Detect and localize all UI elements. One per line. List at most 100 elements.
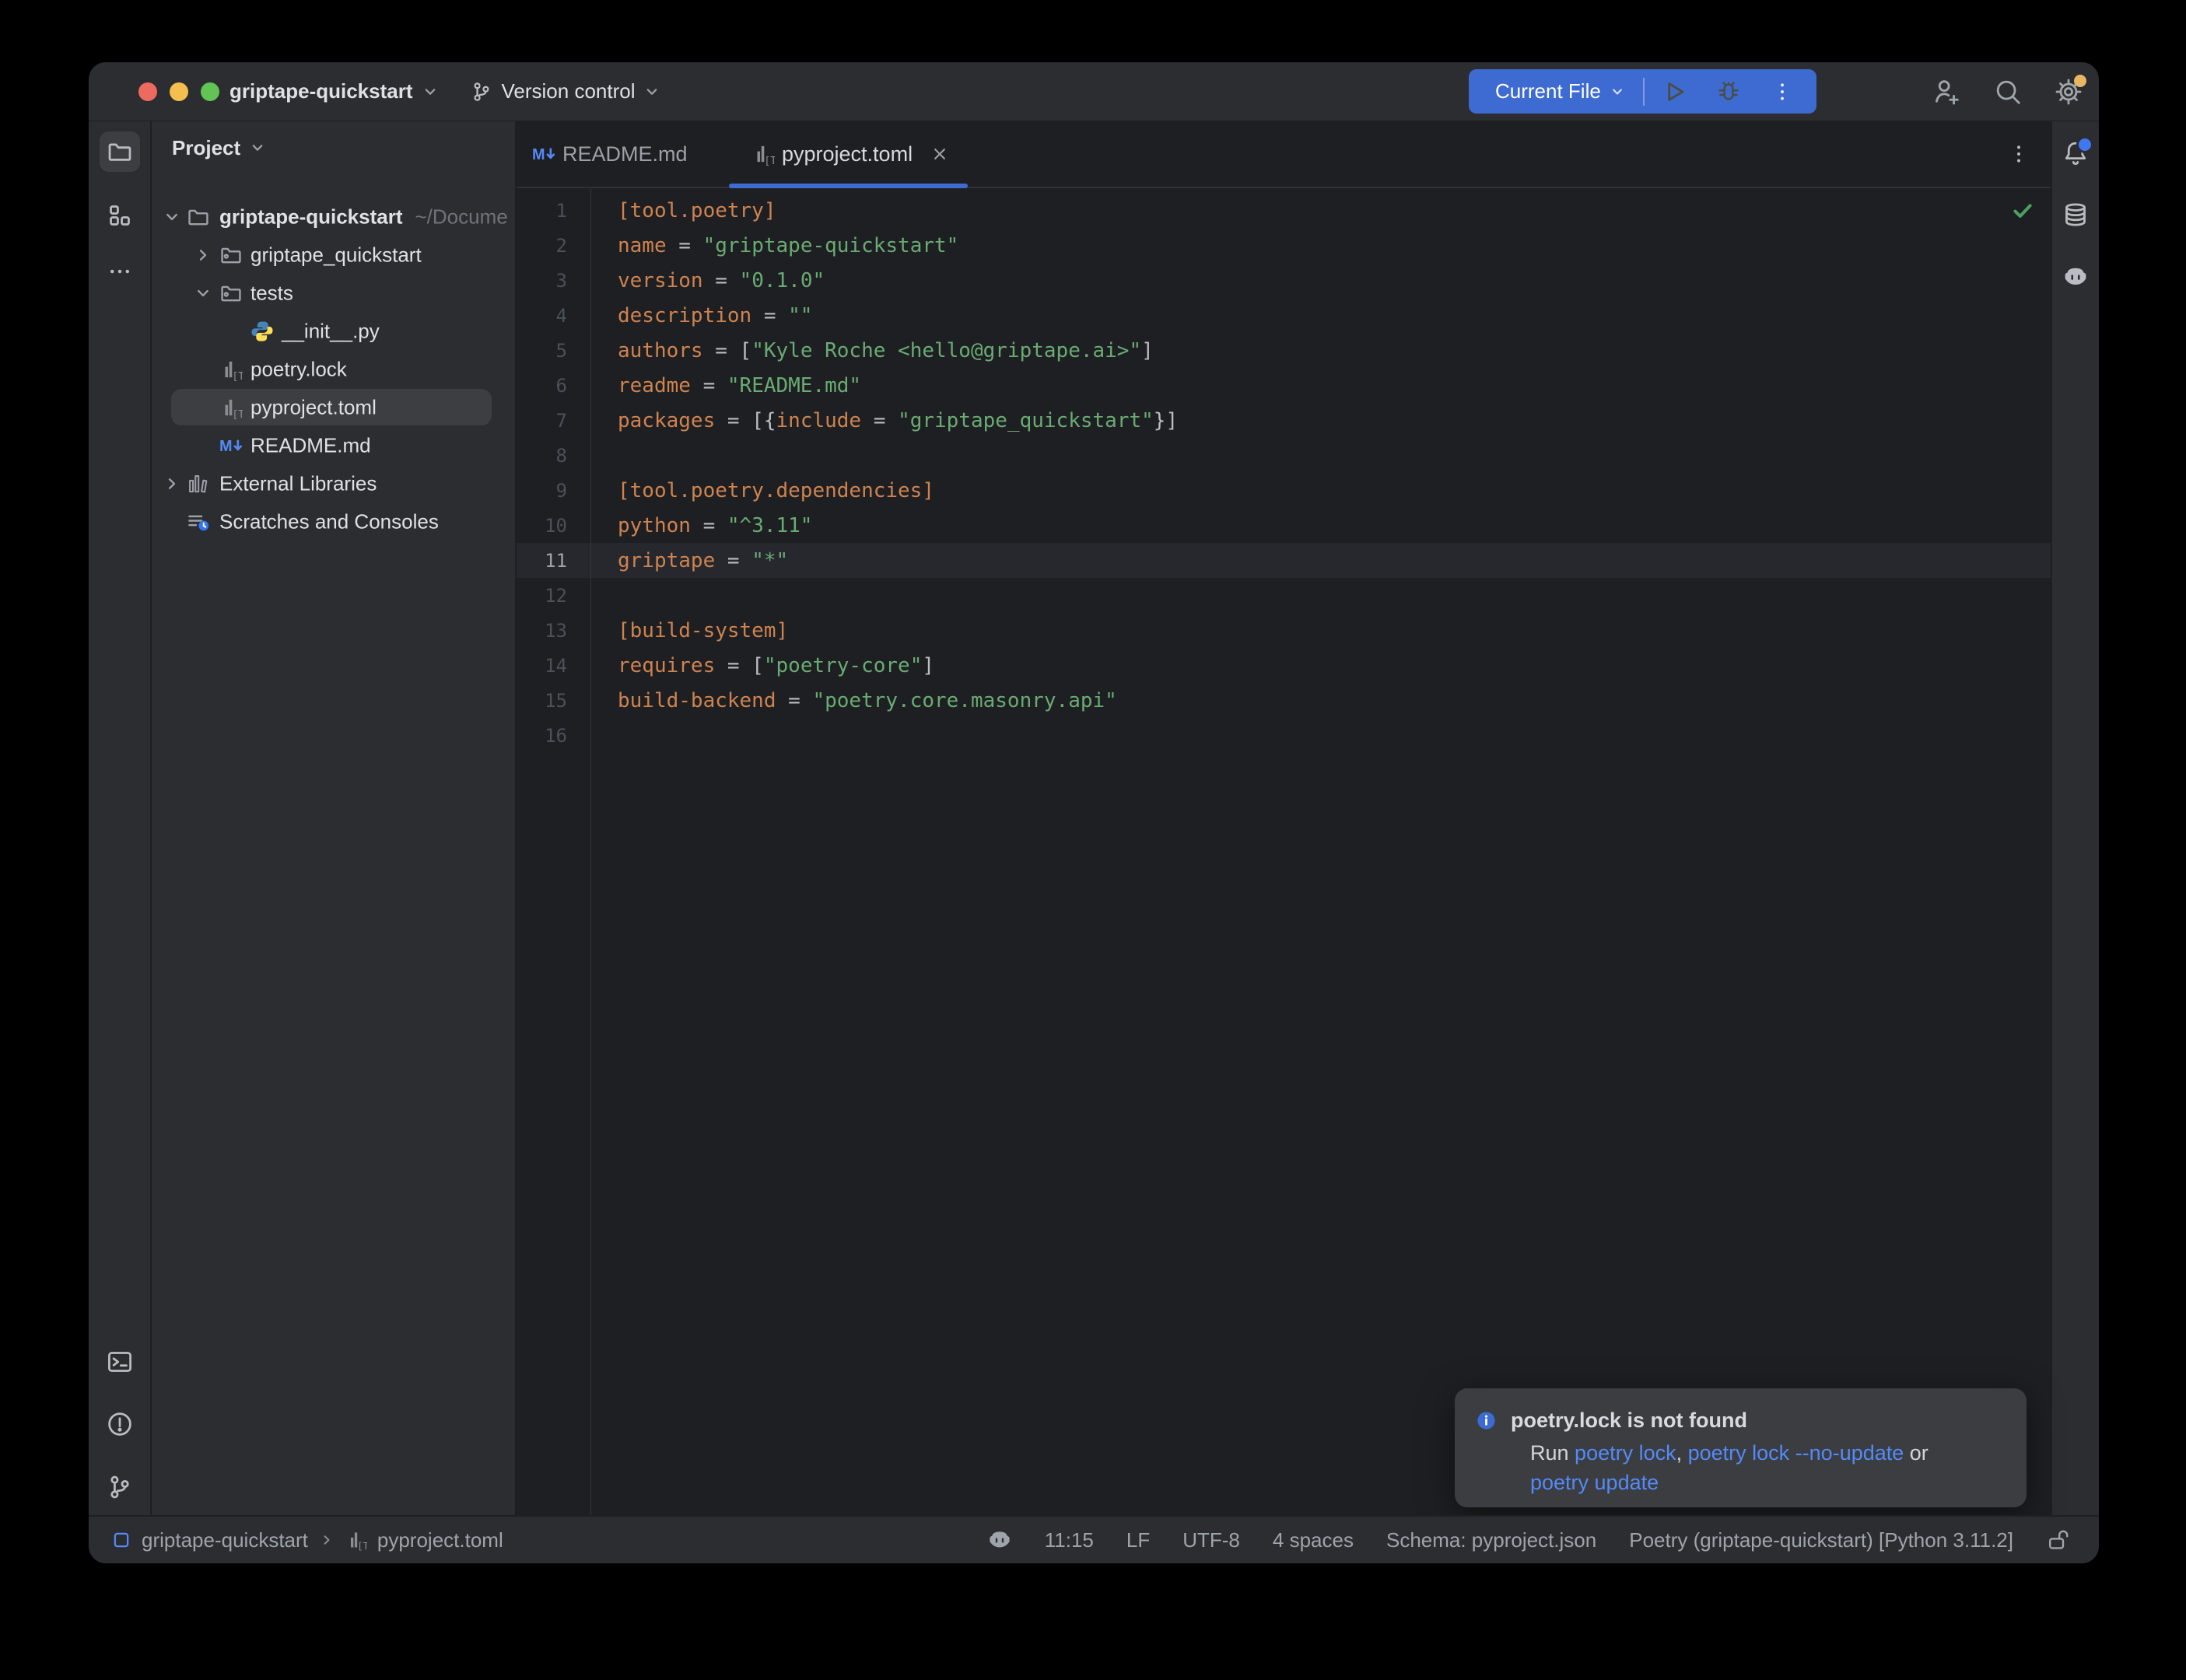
tree-item-scratches-and-consoles[interactable]: Scratches and Consoles bbox=[152, 502, 515, 541]
tab-readme-md[interactable]: MREADME.md bbox=[517, 121, 729, 187]
notification-title: poetry.lock is not found bbox=[1511, 1409, 1747, 1433]
status-indent[interactable]: 4 spaces bbox=[1273, 1528, 1354, 1552]
close-tab-icon[interactable] bbox=[930, 144, 950, 164]
bug-icon[interactable] bbox=[1715, 78, 1743, 106]
tree-item-griptape-quickstart[interactable]: griptape-quickstart~/Docume bbox=[152, 198, 515, 236]
branch-icon bbox=[471, 81, 492, 103]
chevron-right-icon bbox=[318, 1531, 335, 1549]
branch-icon bbox=[107, 1474, 133, 1500]
notification-balloon: poetry.lock is not found Run poetry lock… bbox=[1455, 1388, 2027, 1507]
code-text: packages = [{include = "griptape_quickst… bbox=[590, 409, 1178, 432]
chevron-down-icon[interactable] bbox=[162, 207, 182, 227]
folder-icon bbox=[107, 138, 133, 165]
title-bar: griptape-quickstart Version control Curr… bbox=[89, 62, 2099, 121]
line-number: 16 bbox=[517, 725, 590, 747]
breadcrumb-file[interactable]: pyproject.toml bbox=[377, 1528, 503, 1552]
chevron-down-icon[interactable] bbox=[1609, 83, 1626, 100]
copilot-status-icon[interactable] bbox=[987, 1528, 1012, 1552]
more-run-options-icon[interactable] bbox=[1771, 78, 1794, 106]
tree-item--init-py[interactable]: __init__.py bbox=[152, 312, 515, 350]
project-panel: Project griptape-quickstart~/Docume gript… bbox=[152, 121, 517, 1515]
tool-ai-assistant-button[interactable] bbox=[2062, 264, 2089, 290]
inspections-ok-icon[interactable] bbox=[2010, 198, 2035, 222]
run-config-selector[interactable]: Current File bbox=[1495, 79, 1601, 103]
code-text: build-backend = "poetry.core.masonry.api… bbox=[590, 689, 1117, 712]
code-line-12: 12 bbox=[517, 578, 2051, 613]
tool-terminal-button[interactable] bbox=[107, 1349, 133, 1375]
tab-label: README.md bbox=[562, 142, 688, 166]
code-line-10: 10python = "^3.11" bbox=[517, 508, 2051, 543]
right-toolbar bbox=[2051, 121, 2099, 1515]
link-poetry-lock[interactable]: poetry lock bbox=[1575, 1441, 1676, 1465]
line-number: 10 bbox=[517, 515, 590, 537]
tab-options-icon[interactable] bbox=[2007, 142, 2030, 166]
code-text: requires = ["poetry-core"] bbox=[590, 654, 934, 677]
code-text: version = "0.1.0" bbox=[590, 269, 825, 292]
code-line-16: 16 bbox=[517, 718, 2051, 753]
settings-badge bbox=[2074, 75, 2086, 87]
window-control-minimize[interactable] bbox=[170, 82, 188, 101]
project-switcher[interactable]: griptape-quickstart bbox=[229, 79, 440, 103]
copilot-icon bbox=[2062, 264, 2089, 290]
svg-text:[T]: [T] bbox=[764, 156, 775, 166]
tab-pyproject-toml[interactable]: [T] pyproject.toml bbox=[729, 121, 968, 187]
tool-problems-button[interactable] bbox=[107, 1411, 133, 1437]
line-number: 15 bbox=[517, 690, 590, 712]
code-text: description = "" bbox=[590, 304, 812, 327]
status-line-separator[interactable]: LF bbox=[1126, 1528, 1150, 1552]
code-text: griptape = "*" bbox=[590, 549, 788, 572]
status-schema[interactable]: Schema: pyproject.json bbox=[1386, 1528, 1596, 1552]
tool-project-view-button[interactable] bbox=[100, 131, 140, 172]
tree-item-pyproject-toml[interactable]: [T]pyproject.toml bbox=[152, 388, 515, 426]
line-number: 4 bbox=[517, 305, 590, 327]
chevron-down-icon[interactable] bbox=[193, 283, 213, 303]
desktop: { "titlebar": { "project": "griptape-qui… bbox=[0, 0, 2186, 1680]
code-editor[interactable]: 1[tool.poetry]2name = "griptape-quicksta… bbox=[517, 188, 2051, 1515]
tree-item-griptape-quickstart[interactable]: griptape_quickstart bbox=[152, 236, 515, 274]
chevron-right-icon[interactable] bbox=[162, 474, 182, 494]
tree-item-external-libraries[interactable]: External Libraries bbox=[152, 464, 515, 502]
status-bar: griptape-quickstart[T]pyproject.toml 11:… bbox=[89, 1515, 2099, 1563]
folder-icon bbox=[187, 205, 210, 229]
tool-version-control-button[interactable] bbox=[107, 1474, 133, 1500]
problems-icon bbox=[107, 1411, 133, 1437]
svg-text:[T]: [T] bbox=[232, 370, 243, 380]
tree-item-tests[interactable]: tests bbox=[152, 274, 515, 312]
tab-label: pyproject.toml bbox=[782, 142, 913, 166]
toml-icon: [T] bbox=[219, 396, 243, 419]
search-button[interactable] bbox=[1993, 77, 2023, 107]
add-user-button[interactable] bbox=[1932, 77, 1962, 107]
settings-button[interactable] bbox=[2054, 77, 2083, 107]
play-icon[interactable] bbox=[1660, 78, 1688, 106]
tree-item-readme-md[interactable]: MREADME.md bbox=[152, 426, 515, 464]
window-control-close[interactable] bbox=[138, 82, 157, 101]
search-icon bbox=[1993, 77, 2023, 107]
tool-more-button[interactable] bbox=[107, 258, 133, 285]
tool-database-button[interactable] bbox=[2062, 201, 2089, 228]
line-number: 14 bbox=[517, 655, 590, 677]
vcs-widget[interactable]: Version control bbox=[471, 79, 662, 103]
tool-notifications-button[interactable] bbox=[2062, 140, 2089, 166]
tree-item-label: External Libraries bbox=[219, 471, 377, 495]
chevron-right-icon[interactable] bbox=[193, 245, 213, 265]
tree-item-poetry-lock[interactable]: [T]poetry.lock bbox=[152, 350, 515, 388]
status-interpreter[interactable]: Poetry (griptape-quickstart) [Python 3.1… bbox=[1629, 1528, 2013, 1552]
library-icon bbox=[187, 472, 210, 495]
unlock-icon[interactable] bbox=[2046, 1528, 2071, 1552]
window-controls bbox=[138, 82, 219, 101]
tree-item-label: griptape_quickstart bbox=[250, 243, 422, 267]
link-poetry-lock-no-update[interactable]: poetry lock --no-update bbox=[1688, 1441, 1904, 1465]
main-area: Project griptape-quickstart~/Docume gript… bbox=[89, 121, 2099, 1515]
notification-text: or bbox=[1904, 1441, 1929, 1465]
code-text: [build-system] bbox=[590, 619, 788, 642]
toml-icon: [T] bbox=[219, 358, 243, 381]
project-icon bbox=[111, 1530, 131, 1550]
breadcrumb-project[interactable]: griptape-quickstart bbox=[142, 1528, 308, 1552]
window-control-zoom[interactable] bbox=[201, 82, 219, 101]
tool-structure-button[interactable] bbox=[107, 202, 133, 229]
line-number: 7 bbox=[517, 410, 590, 432]
status-encoding[interactable]: UTF-8 bbox=[1182, 1528, 1240, 1552]
link-poetry-update[interactable]: poetry update bbox=[1530, 1471, 1659, 1494]
project-panel-header[interactable]: Project bbox=[172, 121, 267, 174]
svg-text:[T]: [T] bbox=[232, 408, 243, 418]
